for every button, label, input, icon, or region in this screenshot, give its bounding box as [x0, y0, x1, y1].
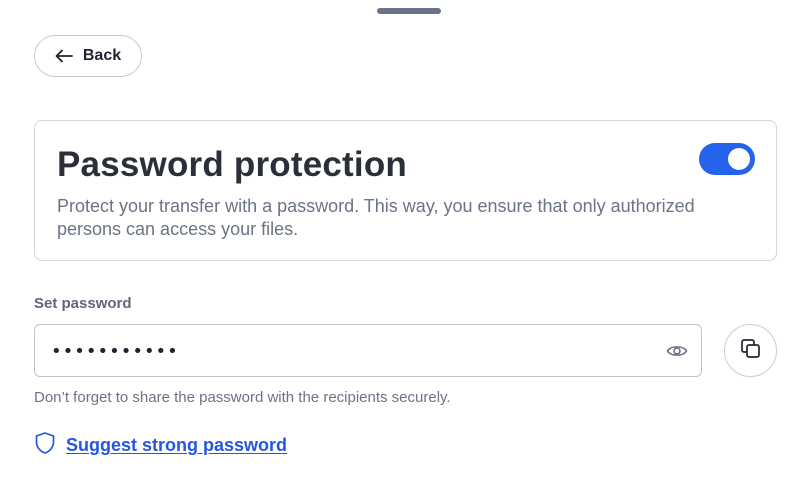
toggle-knob [728, 148, 750, 170]
suggest-strong-password-link[interactable]: Suggest strong password [66, 435, 287, 456]
drag-handle[interactable] [377, 8, 441, 14]
back-button[interactable]: Back [34, 35, 142, 77]
card-description: Protect your transfer with a password. T… [57, 196, 695, 239]
password-field-label: Set password [34, 295, 132, 312]
password-settings-page: Back Password protection Protect your tr… [0, 0, 800, 488]
password-input[interactable] [51, 339, 611, 363]
eye-icon[interactable] [665, 340, 689, 362]
suggest-password-row[interactable]: Suggest strong password [34, 431, 287, 460]
shield-icon [34, 431, 56, 460]
back-label: Back [82, 47, 122, 64]
copy-button[interactable] [724, 324, 777, 377]
password-protection-toggle[interactable] [699, 143, 755, 175]
password-field [34, 324, 702, 377]
copy-icon [740, 338, 762, 363]
arrow-left-icon [55, 49, 73, 63]
card-title: Password protection [57, 145, 407, 184]
password-protection-card: Password protection Protect your transfe… [34, 120, 777, 261]
password-hint: Don’t forget to share the password with … [34, 389, 451, 406]
